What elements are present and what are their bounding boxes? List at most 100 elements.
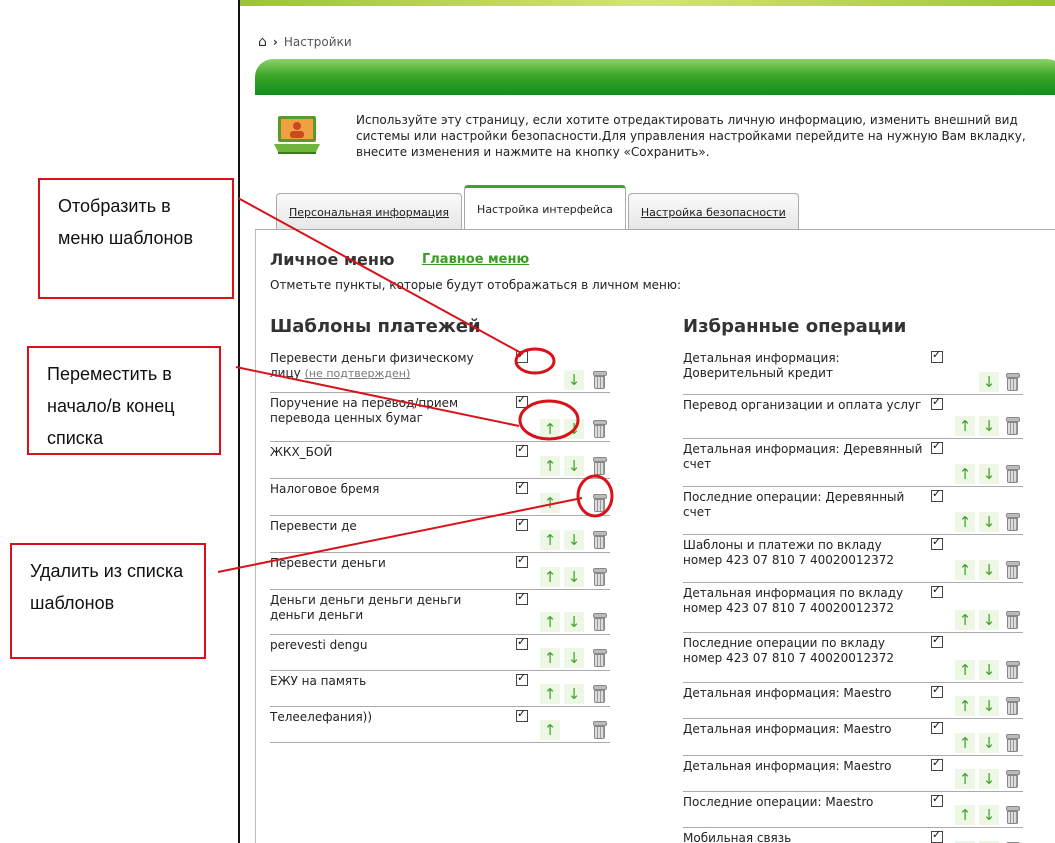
move-down-icon[interactable]: ↓ <box>564 567 584 587</box>
show-in-menu-checkbox[interactable] <box>516 707 528 722</box>
show-in-menu-checkbox[interactable] <box>931 395 943 410</box>
delete-trash-icon[interactable] <box>592 649 607 667</box>
move-down-icon[interactable]: ↓ <box>564 612 584 632</box>
move-up-icon[interactable]: ↑ <box>540 567 560 587</box>
tab-interface-settings[interactable]: Настройка интерфейса <box>464 185 626 230</box>
move-up-icon[interactable]: ↑ <box>540 493 560 513</box>
move-up-icon[interactable]: ↑ <box>540 530 560 550</box>
delete-trash-icon[interactable] <box>592 568 607 586</box>
show-in-menu-checkbox[interactable] <box>931 583 943 598</box>
delete-trash-icon[interactable] <box>1005 561 1020 579</box>
delete-trash-icon[interactable] <box>592 420 607 438</box>
template-row: ЕЖУ на память ↑↓ <box>270 670 610 707</box>
tab-personal-info[interactable]: Персональная информация <box>276 193 463 230</box>
move-down-icon[interactable]: ↓ <box>979 560 999 580</box>
show-in-menu-checkbox[interactable] <box>516 590 528 605</box>
delete-trash-icon[interactable] <box>1005 465 1020 483</box>
delete-trash-icon[interactable] <box>592 457 607 475</box>
delete-trash-icon[interactable] <box>592 685 607 703</box>
move-up-icon[interactable]: ↑ <box>955 512 975 532</box>
move-up-icon[interactable]: ↑ <box>540 648 560 668</box>
delete-trash-icon[interactable] <box>1005 417 1020 435</box>
move-up-icon[interactable]: ↑ <box>540 612 560 632</box>
move-up-icon[interactable]: ↑ <box>955 696 975 716</box>
move-down-icon[interactable]: ↓ <box>564 648 584 668</box>
show-in-menu-checkbox[interactable] <box>931 683 943 698</box>
row-label: Детальная информация: Maestro <box>683 759 923 774</box>
home-icon[interactable]: ⌂ <box>258 34 267 50</box>
show-in-menu-checkbox[interactable] <box>931 535 943 550</box>
show-in-menu-checkbox[interactable] <box>516 442 528 457</box>
delete-trash-icon[interactable] <box>592 613 607 631</box>
delete-trash-icon[interactable] <box>592 494 607 512</box>
callout-show-in-menu: Отобразить в меню шаблонов <box>38 178 234 299</box>
move-down-icon[interactable]: ↓ <box>979 372 999 392</box>
move-down-icon[interactable]: ↓ <box>979 464 999 484</box>
delete-trash-icon[interactable] <box>1005 661 1020 679</box>
tab-security-settings[interactable]: Настройка безопасности <box>627 193 799 230</box>
row-label: Мобильная связь <box>683 831 923 843</box>
tab-bar: Персональная информация Настройка интерф… <box>276 185 801 230</box>
show-in-menu-checkbox[interactable] <box>516 635 528 650</box>
delete-trash-icon[interactable] <box>592 371 607 389</box>
delete-trash-icon[interactable] <box>1005 373 1020 391</box>
move-down-icon[interactable]: ↓ <box>979 610 999 630</box>
delete-trash-icon[interactable] <box>1005 806 1020 824</box>
show-in-menu-checkbox[interactable] <box>931 633 943 648</box>
template-row: Налоговое бремя ↑ <box>270 478 610 516</box>
delete-trash-icon[interactable] <box>1005 513 1020 531</box>
move-up-icon[interactable]: ↑ <box>955 733 975 753</box>
move-down-icon[interactable]: ↓ <box>564 684 584 704</box>
move-up-icon[interactable]: ↑ <box>955 660 975 680</box>
move-down-icon[interactable]: ↓ <box>564 456 584 476</box>
move-down-icon[interactable]: ↓ <box>979 733 999 753</box>
show-in-menu-checkbox[interactable] <box>516 348 528 363</box>
favorite-row: Детальная информация: Maestro ↑↓ <box>683 718 1023 756</box>
show-in-menu-checkbox[interactable] <box>931 828 943 843</box>
move-down-icon[interactable]: ↓ <box>979 696 999 716</box>
show-in-menu-checkbox[interactable] <box>516 516 528 531</box>
move-up-icon[interactable]: ↑ <box>955 805 975 825</box>
show-in-menu-checkbox[interactable] <box>516 553 528 568</box>
favorite-row: Последние операции: Деревянный счет ↑↓ <box>683 486 1023 535</box>
personal-menu-description: Отметьте пункты, которые будут отображат… <box>270 278 681 292</box>
move-up-icon[interactable]: ↑ <box>540 419 560 439</box>
delete-trash-icon[interactable] <box>1005 734 1020 752</box>
move-up-icon[interactable]: ↑ <box>540 456 560 476</box>
show-in-menu-checkbox[interactable] <box>931 756 943 771</box>
row-label-text: Детальная информация: Maestro <box>683 686 892 700</box>
move-up-icon[interactable]: ↑ <box>955 560 975 580</box>
move-up-icon[interactable]: ↑ <box>955 464 975 484</box>
move-up-icon[interactable]: ↑ <box>540 684 560 704</box>
delete-trash-icon[interactable] <box>592 721 607 739</box>
main-menu-link[interactable]: Главное меню <box>422 252 529 267</box>
show-in-menu-checkbox[interactable] <box>931 439 943 454</box>
delete-trash-icon[interactable] <box>1005 611 1020 629</box>
move-down-icon[interactable]: ↓ <box>564 370 584 390</box>
move-down-icon[interactable]: ↓ <box>979 512 999 532</box>
move-down-icon[interactable]: ↓ <box>564 419 584 439</box>
move-down-icon[interactable]: ↓ <box>979 416 999 436</box>
delete-trash-icon[interactable] <box>1005 770 1020 788</box>
move-up-icon[interactable]: ↑ <box>955 769 975 789</box>
show-in-menu-checkbox[interactable] <box>931 348 943 363</box>
laptop-user-icon <box>274 116 320 154</box>
delete-trash-icon[interactable] <box>1005 697 1020 715</box>
move-up-icon[interactable]: ↑ <box>955 416 975 436</box>
row-label-text: perevesti dengu <box>270 638 368 652</box>
move-down-icon[interactable]: ↓ <box>979 769 999 789</box>
move-up-icon[interactable]: ↑ <box>540 720 560 740</box>
move-up-icon[interactable]: ↑ <box>955 610 975 630</box>
show-in-menu-checkbox[interactable] <box>516 671 528 686</box>
show-in-menu-checkbox[interactable] <box>516 479 528 494</box>
row-label-text: Перевести де <box>270 519 357 533</box>
show-in-menu-checkbox[interactable] <box>931 792 943 807</box>
delete-trash-icon[interactable] <box>592 531 607 549</box>
show-in-menu-checkbox[interactable] <box>516 393 528 408</box>
move-down-icon[interactable]: ↓ <box>979 805 999 825</box>
row-label: Последние операции: Maestro <box>683 795 923 810</box>
move-down-icon[interactable]: ↓ <box>564 530 584 550</box>
show-in-menu-checkbox[interactable] <box>931 487 943 502</box>
show-in-menu-checkbox[interactable] <box>931 719 943 734</box>
move-down-icon[interactable]: ↓ <box>979 660 999 680</box>
